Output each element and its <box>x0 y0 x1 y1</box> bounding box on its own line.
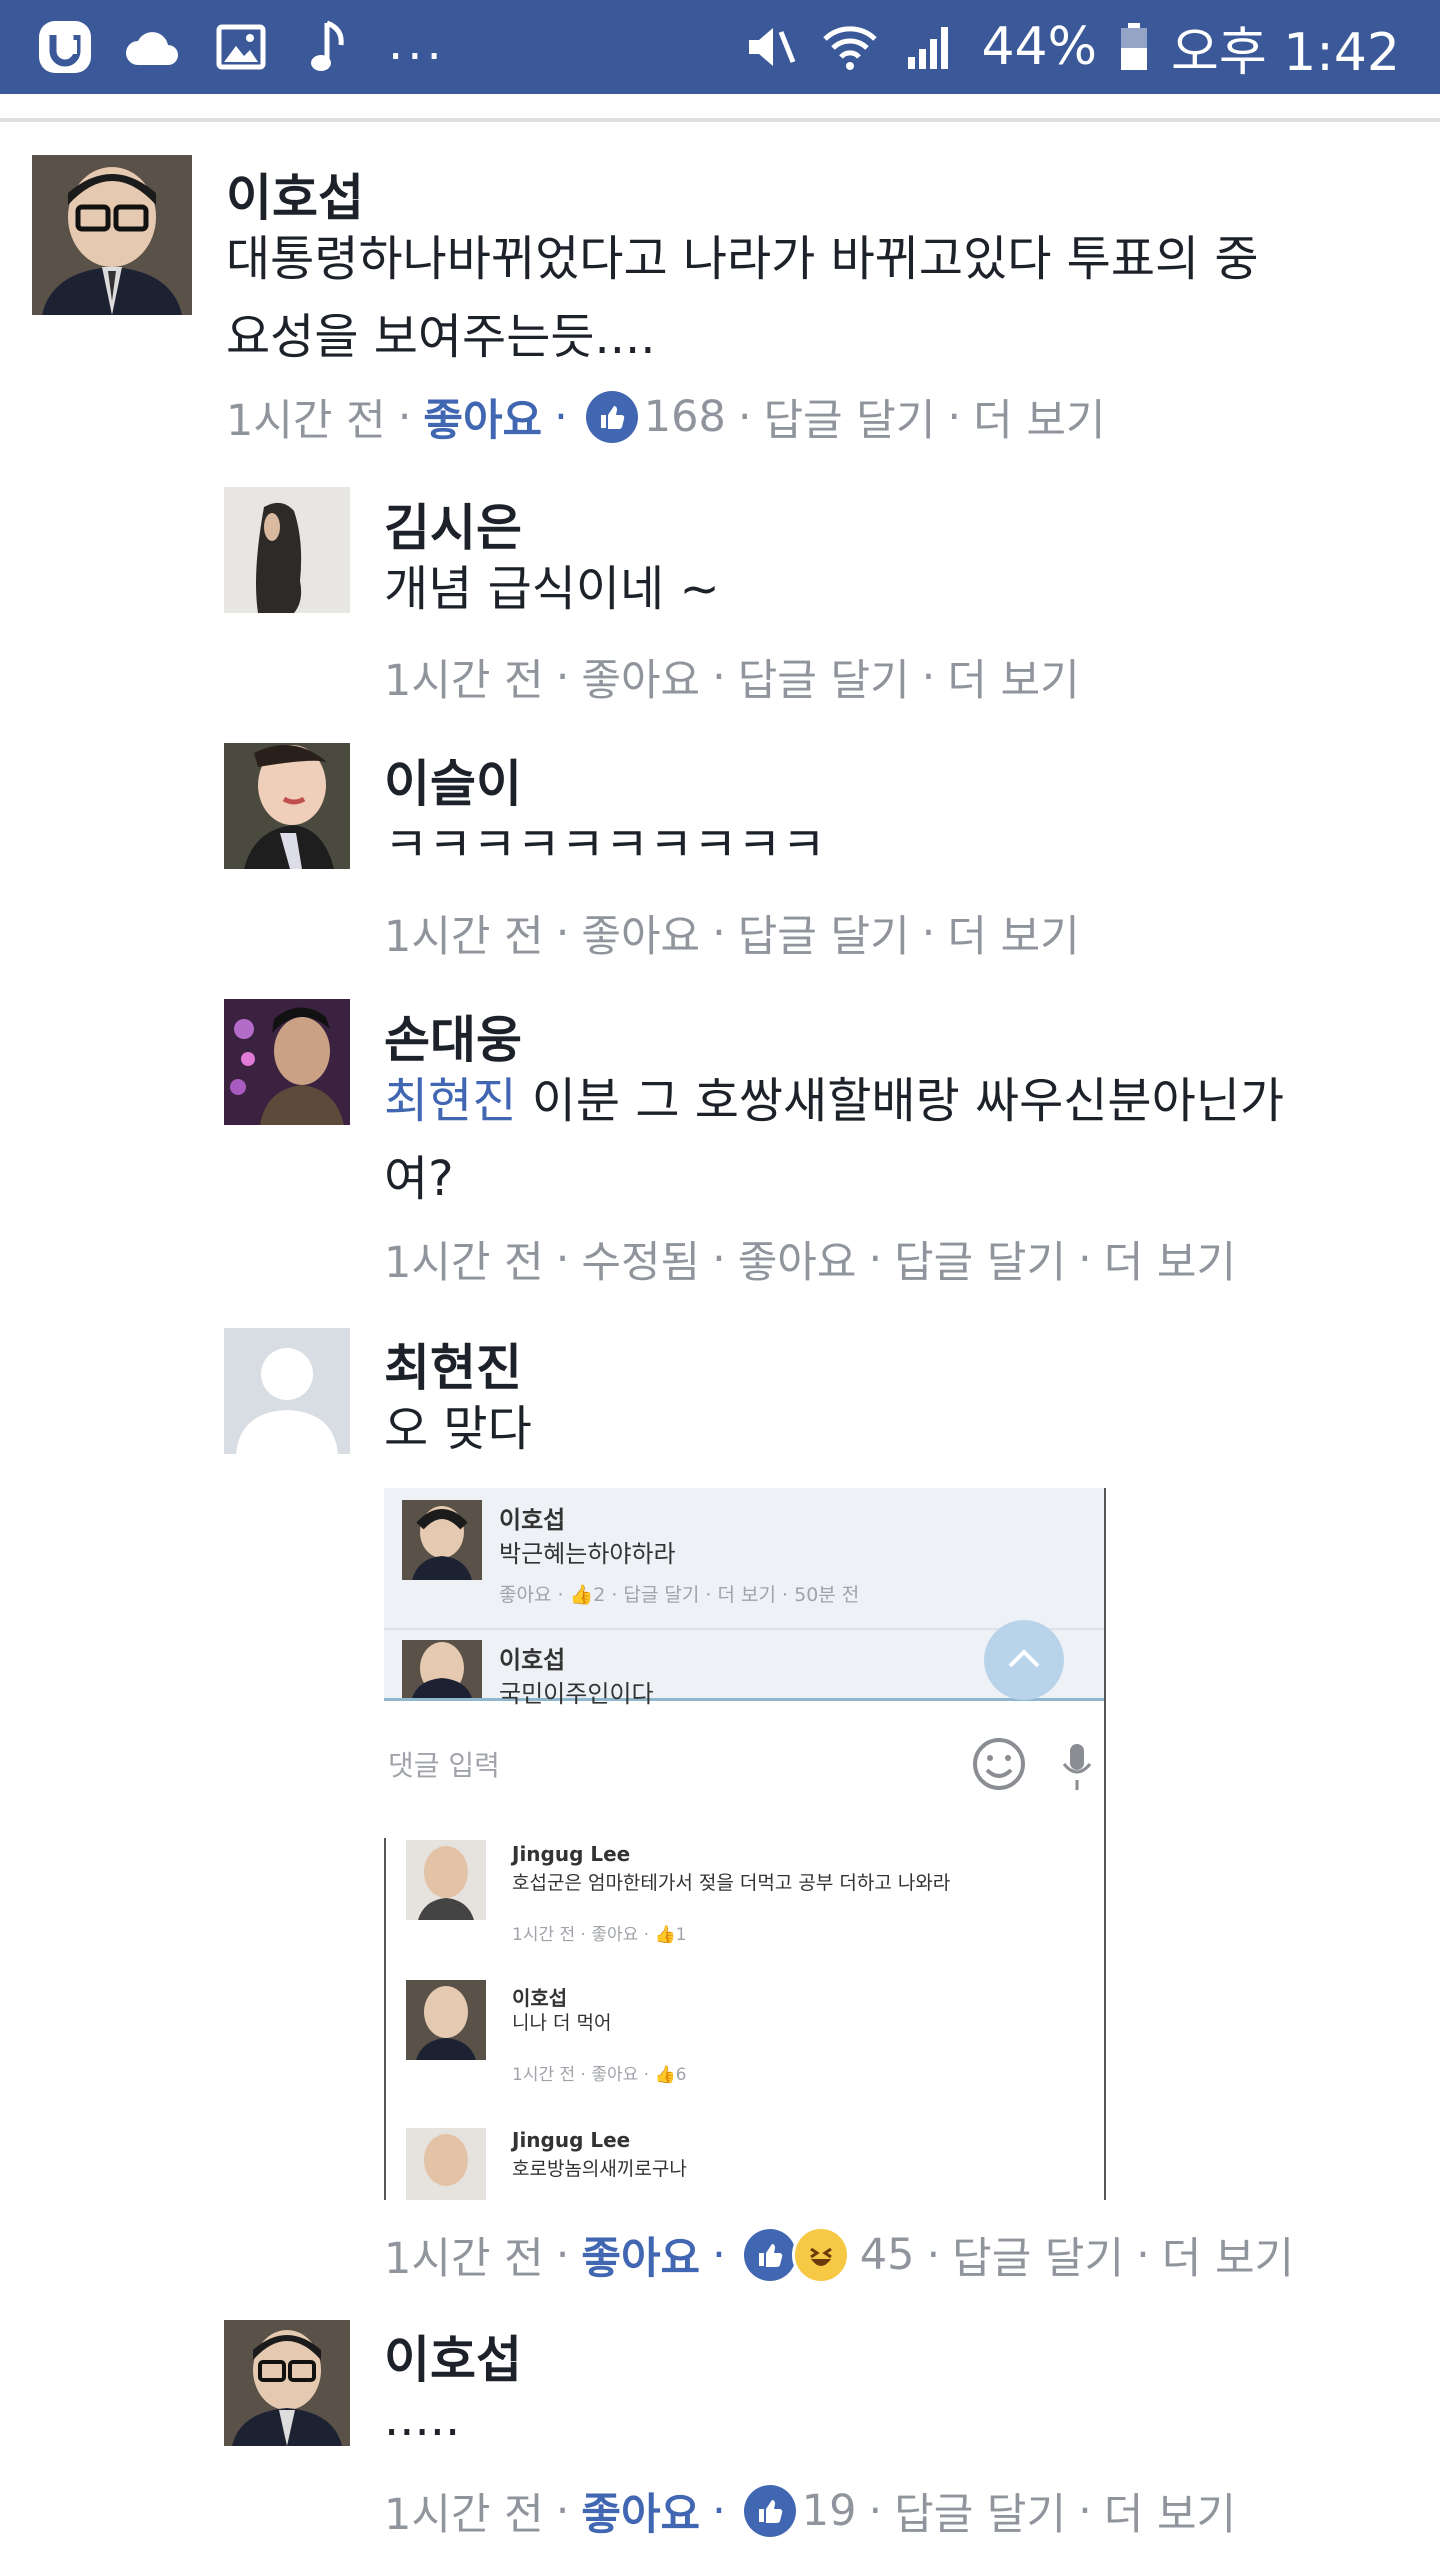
attached-text: 국민이주인이다 <box>499 1680 654 1708</box>
comment-text: ..... <box>384 2391 461 2447</box>
music-note-icon <box>300 18 358 76</box>
more-button[interactable]: 더 보기 <box>947 646 1079 708</box>
reply-button[interactable]: 답글 달기 <box>738 646 910 708</box>
comment-text-body: 이분 그 호쌍새할배랑 싸우신분아닌가 <box>516 1073 1285 1129</box>
like-button[interactable]: 좋아요 <box>738 1228 857 1290</box>
comment-meta: 1시간 전 · 좋아요 · 답글 달기 · 더 보기 <box>384 902 1080 964</box>
comment-text: 요성을 보여주는듯.... <box>226 309 656 365</box>
reply-button[interactable]: 답글 달기 <box>764 386 936 448</box>
like-button[interactable]: 좋아요 <box>581 2224 700 2286</box>
comment-text: 최현진 이분 그 호쌍새할배랑 싸우신분아닌가 <box>384 1062 1284 1140</box>
haha-reaction-icon <box>791 2226 850 2284</box>
attached-reply-meta: 1시간 전 · 좋아요 · 👍1 <box>512 1925 687 1945</box>
more-button[interactable]: 더 보기 <box>947 902 1079 964</box>
comment-text: ㅋㅋㅋㅋㅋㅋㅋㅋㅋㅋ <box>384 817 826 873</box>
cloud-icon <box>124 18 182 76</box>
like-button[interactable]: 좋아요 <box>581 646 700 708</box>
comment-text: 대통령하나바뀌었다고 나라가 바뀌고있다 투표의 중 <box>226 231 1259 287</box>
more-button[interactable]: 더 보기 <box>1104 2480 1236 2542</box>
comment-meta: 1시간 전 · 좋아요 · 168 · 답글 달기 · 더 보기 <box>226 386 1105 448</box>
mute-icon <box>741 18 799 76</box>
attached-reply-name: Jingug Lee <box>512 1842 631 1866</box>
battery-percent: 44% <box>981 17 1098 77</box>
u-plus-icon <box>36 18 94 76</box>
reply-button[interactable]: 답글 달기 <box>952 2224 1124 2286</box>
edited-label[interactable]: 수정됨 <box>581 1228 700 1290</box>
attached-text: 박근혜는하야하라 <box>499 1540 676 1568</box>
attached-reply-name: Jingug Lee <box>512 2128 631 2152</box>
like-button[interactable]: 좋아요 <box>581 902 700 964</box>
reply-button[interactable]: 답글 달기 <box>738 902 910 964</box>
timestamp: 1시간 전 <box>384 1238 544 1288</box>
mention-link[interactable]: 최현진 <box>384 1073 516 1129</box>
avatar[interactable] <box>224 2320 350 2446</box>
timestamp: 1시간 전 <box>226 396 386 446</box>
attached-name: 이호섭 <box>499 1646 566 1674</box>
comment-meta: 1시간 전 · 좋아요 · 45 · 답글 달기 · 더 보기 <box>384 2224 1294 2286</box>
like-count[interactable]: 19 <box>802 2486 857 2536</box>
comment-text: 여? <box>384 1151 454 1207</box>
timestamp: 1시간 전 <box>384 2234 544 2284</box>
more-button[interactable]: 더 보기 <box>1104 1228 1236 1290</box>
timestamp: 1시간 전 <box>384 912 544 962</box>
clock: 오후 1:42 <box>1171 22 1400 83</box>
avatar[interactable] <box>224 999 350 1125</box>
more-button[interactable]: 더 보기 <box>1162 2224 1294 2286</box>
comment-meta: 1시간 전 · 좋아요 · 답글 달기 · 더 보기 <box>384 646 1080 708</box>
signal-icon <box>901 18 959 76</box>
attached-meta: 좋아요 · 👍2 · 답글 달기 · 더 보기 · 50분 전 <box>499 1584 860 1606</box>
comment-text: 개념 급식이네 ~ <box>384 561 720 617</box>
avatar[interactable] <box>224 487 350 613</box>
attached-reply-meta: 1시간 전 · 좋아요 · 👍6 <box>512 2065 687 2085</box>
wifi-icon <box>821 18 879 76</box>
avatar[interactable] <box>32 155 192 315</box>
comment-meta: 1시간 전 · 좋아요 · 19 · 답글 달기 · 더 보기 <box>384 2480 1236 2542</box>
avatar[interactable] <box>224 743 350 869</box>
like-reaction-icon <box>743 2485 796 2537</box>
like-button[interactable]: 좋아요 <box>581 2480 700 2542</box>
more-button[interactable]: 더 보기 <box>973 386 1105 448</box>
like-button[interactable]: 좋아요 <box>423 386 542 448</box>
timestamp: 1시간 전 <box>384 656 544 706</box>
comment-meta: 1시간 전 · 수정됨 · 좋아요 · 답글 달기 · 더 보기 <box>384 1228 1236 1290</box>
attached-name: 이호섭 <box>499 1506 566 1534</box>
image-icon <box>212 18 270 76</box>
comment-text: 오 맞다 <box>384 1401 532 1457</box>
like-reaction-icon <box>585 391 638 443</box>
avatar[interactable] <box>224 1328 350 1454</box>
attached-reply-text: 니나 더 먹어 <box>512 2012 612 2034</box>
like-count[interactable]: 168 <box>644 392 726 442</box>
more-notifications: ... <box>388 15 446 71</box>
like-reaction-icon <box>743 2229 796 2281</box>
attached-image[interactable]: 이호섭 박근혜는하야하라 좋아요 · 👍2 · 답글 달기 · 더 보기 · 5… <box>384 1488 1106 2200</box>
attached-reply-name: 이호섭 <box>512 1986 568 2010</box>
like-count[interactable]: 45 <box>860 2230 915 2280</box>
attached-input-placeholder: 댓글 입력 <box>388 1749 500 1782</box>
divider <box>0 118 1440 122</box>
attached-reply-text: 호로방놈의새끼로구나 <box>512 2158 687 2180</box>
status-bar: ... 44% 오후 1:42 <box>0 0 1440 94</box>
battery-icon <box>1119 18 1149 76</box>
reply-button[interactable]: 답글 달기 <box>894 1228 1066 1290</box>
attached-reply-text: 호섭군은 엄마한테가서 젖을 더먹고 공부 더하고 나와라 <box>512 1872 951 1894</box>
reply-button[interactable]: 답글 달기 <box>894 2480 1066 2542</box>
timestamp: 1시간 전 <box>384 2490 544 2540</box>
